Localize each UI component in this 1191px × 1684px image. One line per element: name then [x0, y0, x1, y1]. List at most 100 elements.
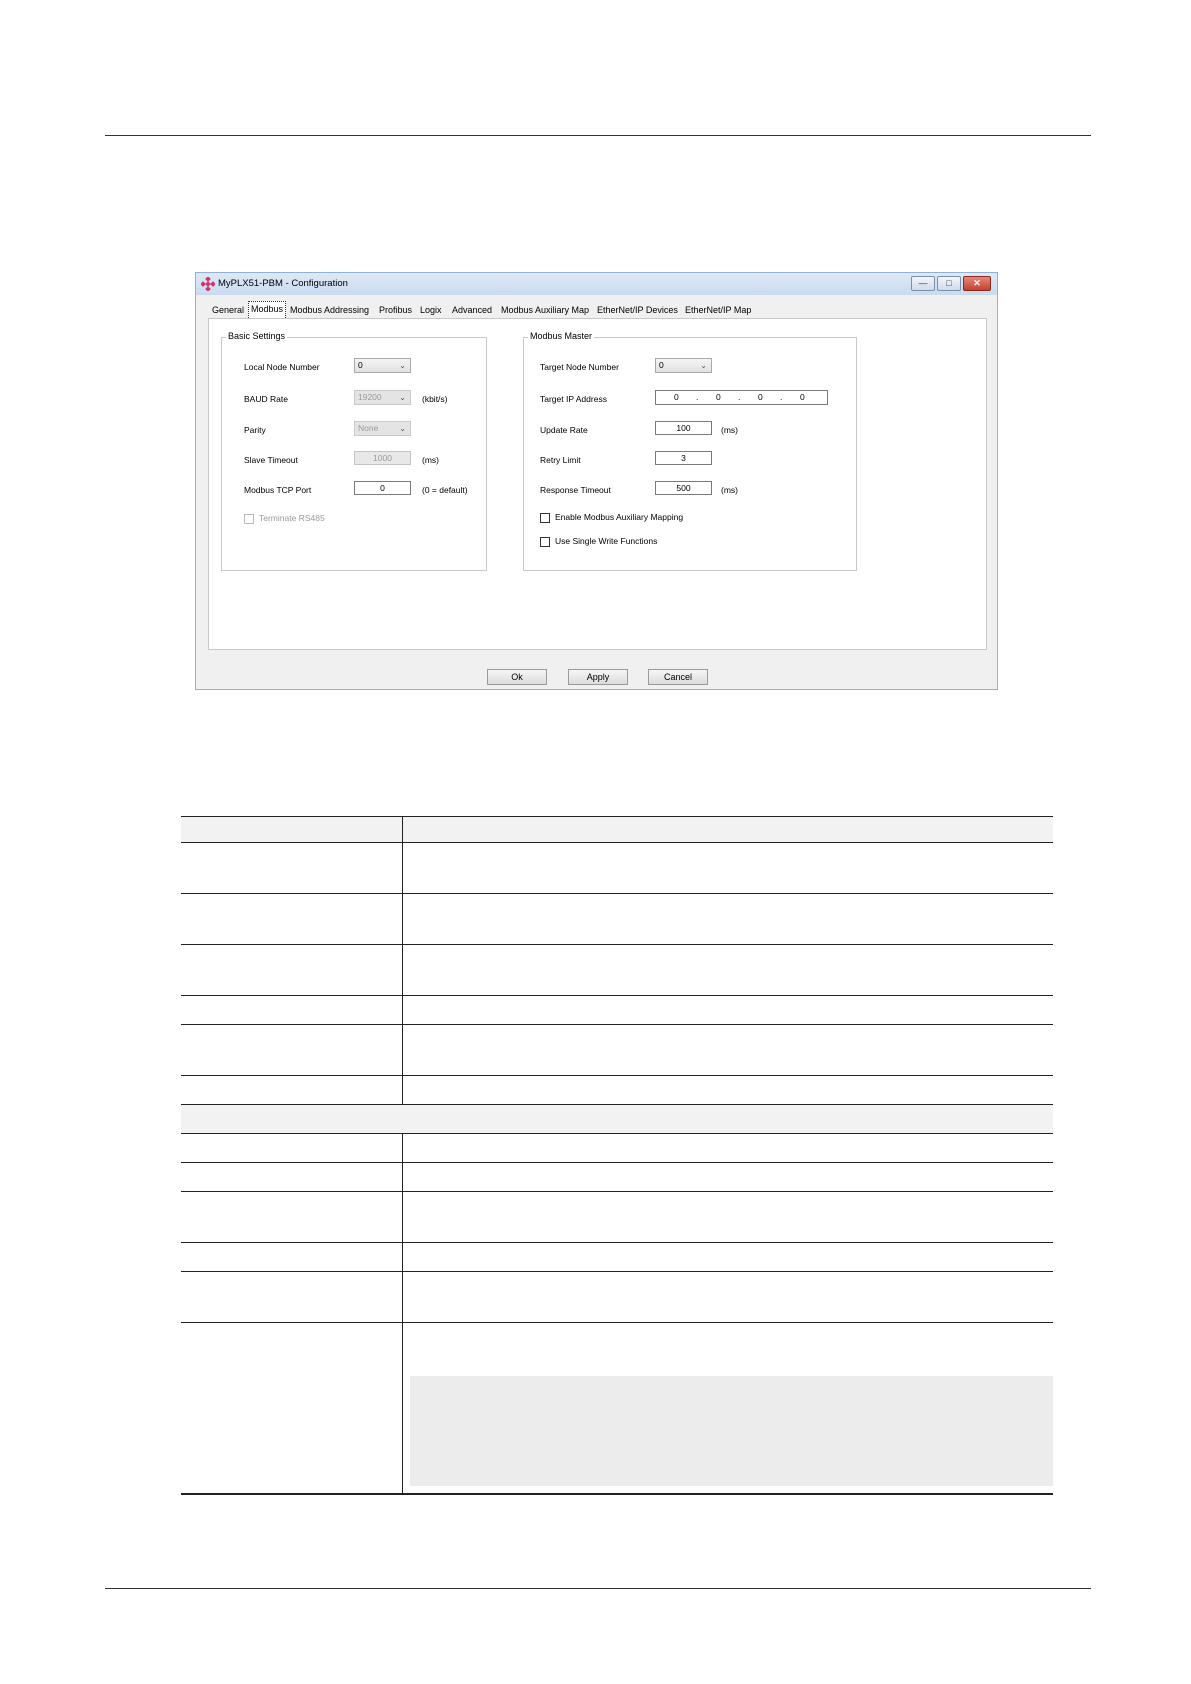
target-node-number-select[interactable]: 0 ⌄: [655, 358, 712, 373]
modbus-master-group: Modbus Master Target Node Number 0 ⌄ Tar…: [523, 331, 857, 571]
table-cell: [181, 842, 403, 894]
tab-ethernetip-map[interactable]: EtherNet/IP Map: [685, 303, 751, 317]
modbus-tab-panel: Basic Settings Local Node Number 0 ⌄ BAU…: [208, 318, 987, 650]
table-section-cell: [181, 1104, 1053, 1134]
baud-rate-value: 19200: [358, 392, 382, 402]
chevron-down-icon: ⌄: [700, 361, 707, 370]
parity-select: None ⌄: [354, 421, 411, 436]
target-node-number-label: Target Node Number: [540, 362, 619, 372]
tab-modbus-auxiliary-map[interactable]: Modbus Auxiliary Map: [501, 303, 589, 317]
ok-button[interactable]: Ok: [487, 669, 547, 685]
tab-profibus[interactable]: Profibus: [379, 303, 412, 317]
retry-limit-input[interactable]: 3: [655, 451, 712, 465]
table-header-cell: [181, 816, 403, 843]
update-rate-input[interactable]: 100: [655, 421, 712, 435]
retry-limit-label: Retry Limit: [540, 455, 581, 465]
table-cell: [402, 1322, 1053, 1495]
ip-octet-3[interactable]: 0: [758, 392, 763, 402]
table-row: [181, 893, 1053, 945]
title-bar[interactable]: MyPLX51-PBM - Configuration — □ ✕: [196, 273, 997, 295]
baud-rate-select: 19200 ⌄: [354, 390, 411, 405]
maximize-button[interactable]: □: [937, 276, 961, 291]
terminate-rs485-checkbox: [244, 514, 254, 524]
table-header-row: [181, 816, 1053, 843]
ip-separator: .: [696, 392, 699, 402]
basic-settings-group: Basic Settings Local Node Number 0 ⌄ BAU…: [221, 331, 487, 571]
modbus-master-title: Modbus Master: [528, 331, 595, 341]
tab-modbus-addressing[interactable]: Modbus Addressing: [290, 303, 369, 317]
table-cell: [181, 1242, 403, 1272]
baud-rate-unit: (kbit/s): [422, 394, 448, 404]
parameter-table: [181, 816, 1053, 1495]
table-row: [181, 1191, 1053, 1243]
slave-timeout-label: Slave Timeout: [244, 455, 298, 465]
modbus-tcp-port-unit: (0 = default): [422, 485, 468, 495]
table-cell: [402, 1191, 1053, 1243]
table-cell: [181, 1322, 403, 1495]
table-cell: [402, 995, 1053, 1025]
ip-octet-1[interactable]: 0: [674, 392, 679, 402]
table-cell: [402, 1133, 1053, 1163]
table-row: [181, 842, 1053, 894]
local-node-number-select[interactable]: 0 ⌄: [354, 358, 411, 373]
target-ip-address-input[interactable]: 0 . 0 . 0 . 0: [655, 390, 828, 405]
response-timeout-unit: (ms): [721, 485, 738, 495]
apply-button[interactable]: Apply: [568, 669, 628, 685]
update-rate-unit: (ms): [721, 425, 738, 435]
cancel-button[interactable]: Cancel: [648, 669, 708, 685]
header-rule: [105, 135, 1091, 136]
table-header-cell: [402, 816, 1053, 843]
table-section-row: [181, 1104, 1053, 1134]
tab-modbus[interactable]: Modbus: [248, 301, 287, 318]
chevron-down-icon: ⌄: [399, 393, 406, 402]
table-cell: [181, 1075, 403, 1105]
baud-rate-label: BAUD Rate: [244, 394, 288, 404]
table-row: [181, 1133, 1053, 1163]
ip-octet-4[interactable]: 0: [800, 392, 805, 402]
target-node-number-value: 0: [659, 360, 664, 370]
slave-timeout-unit: (ms): [422, 455, 439, 465]
table-row: [181, 1242, 1053, 1272]
ip-separator: .: [780, 392, 783, 402]
slave-timeout-input: 1000: [354, 451, 411, 465]
tab-logix[interactable]: Logix: [420, 303, 442, 317]
local-node-number-value: 0: [358, 360, 363, 370]
table-cell: [402, 1024, 1053, 1076]
update-rate-label: Update Rate: [540, 425, 588, 435]
table-row: [181, 1322, 1053, 1495]
tab-ethernetip-devices[interactable]: EtherNet/IP Devices: [597, 303, 678, 317]
enable-aux-mapping-checkbox[interactable]: [540, 513, 550, 523]
table-cell: [181, 1133, 403, 1163]
table-row: [181, 1162, 1053, 1192]
table-cell: [402, 893, 1053, 945]
note-box: [410, 1376, 1053, 1486]
window-title: MyPLX51-PBM - Configuration: [218, 278, 348, 289]
configuration-dialog: MyPLX51-PBM - Configuration — □ ✕ Genera…: [195, 272, 998, 690]
modbus-tcp-port-input[interactable]: 0: [354, 481, 411, 495]
tab-general[interactable]: General: [212, 303, 244, 317]
target-ip-address-label: Target IP Address: [540, 394, 607, 404]
single-write-checkbox[interactable]: [540, 537, 550, 547]
table-cell: [181, 893, 403, 945]
table-cell: [402, 1075, 1053, 1105]
parity-value: None: [358, 423, 379, 433]
ip-separator: .: [738, 392, 741, 402]
table-cell: [402, 1271, 1053, 1323]
close-button[interactable]: ✕: [963, 276, 991, 291]
table-cell: [402, 1242, 1053, 1272]
app-logo-icon: [201, 277, 215, 291]
terminate-rs485-label: Terminate RS485: [259, 513, 325, 523]
table-cell: [402, 842, 1053, 894]
table-row: [181, 995, 1053, 1025]
minimize-button[interactable]: —: [911, 276, 935, 291]
tab-advanced[interactable]: Advanced: [452, 303, 492, 317]
chevron-down-icon: ⌄: [399, 361, 406, 370]
table-cell: [402, 944, 1053, 996]
response-timeout-input[interactable]: 500: [655, 481, 712, 495]
ip-octet-2[interactable]: 0: [716, 392, 721, 402]
local-node-number-label: Local Node Number: [244, 362, 320, 372]
single-write-label: Use Single Write Functions: [555, 536, 658, 546]
table-cell: [181, 1191, 403, 1243]
table-row: [181, 1271, 1053, 1323]
table-row: [181, 1075, 1053, 1105]
